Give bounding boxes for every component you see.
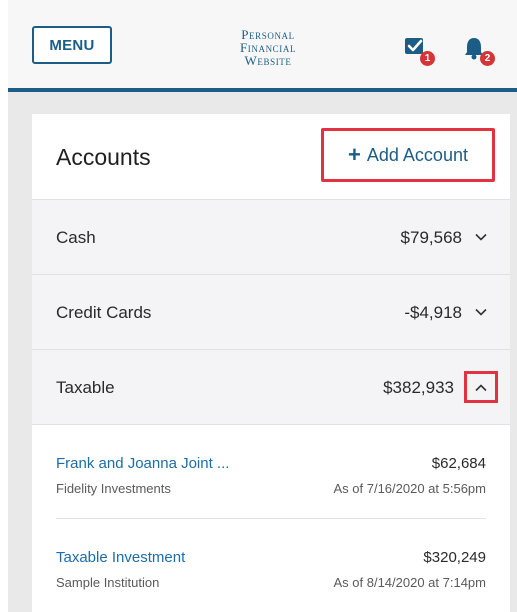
list-item[interactable]: Taxable Investment Sample Institution $3… <box>56 519 486 612</box>
accounts-card-header: Accounts + Add Account <box>32 114 510 200</box>
institution-name: Sample Institution <box>56 575 160 590</box>
accounts-card: Accounts + Add Account Cash $79,568 Cred… <box>32 114 510 612</box>
chevron-down-icon <box>475 308 487 316</box>
group-label: Cash <box>56 228 96 247</box>
accounts-title: Accounts <box>56 144 151 170</box>
as-of-date: As of 8/14/2020 at 7:14pm <box>333 575 487 590</box>
notifications-count-badge: 2 <box>480 51 495 66</box>
as-of-date: As of 7/16/2020 at 5:56pm <box>333 481 487 496</box>
account-value: $320,249 <box>423 549 486 566</box>
account-name-link[interactable]: Taxable Investment <box>56 549 185 566</box>
tasks-button[interactable]: 1 <box>403 36 437 66</box>
account-value: $62,684 <box>431 455 486 472</box>
account-group-credit-cards[interactable]: Credit Cards -$4,918 <box>32 275 510 350</box>
group-amount: $382,933 <box>383 378 454 397</box>
chevron-up-icon <box>475 384 487 392</box>
chevron-down-icon <box>475 233 487 241</box>
brand-line-3: Website <box>244 53 292 68</box>
group-amount: $79,568 <box>400 228 462 247</box>
group-amount: -$4,918 <box>404 303 462 322</box>
notifications-button[interactable]: 2 <box>463 36 497 66</box>
top-header: MENU Personal Financial Website 1 2 <box>8 0 517 92</box>
institution-name: Fidelity Investments <box>56 481 171 496</box>
group-label: Credit Cards <box>56 303 152 322</box>
collapse-toggle[interactable] <box>464 371 498 403</box>
plus-icon: + <box>348 142 361 167</box>
add-account-button[interactable]: + Add Account <box>321 128 495 182</box>
list-item[interactable]: Frank and Joanna Joint ... Fidelity Inve… <box>56 425 486 519</box>
account-name-link[interactable]: Frank and Joanna Joint ... <box>56 455 229 472</box>
menu-button[interactable]: MENU <box>32 26 112 64</box>
group-label: Taxable <box>56 378 115 397</box>
tasks-count-badge: 1 <box>420 51 435 66</box>
taxable-accounts-list: Frank and Joanna Joint ... Fidelity Inve… <box>32 425 510 612</box>
account-group-taxable[interactable]: Taxable $382,933 <box>32 350 510 425</box>
app-frame: MENU Personal Financial Website 1 2 Acco… <box>8 0 517 612</box>
account-group-cash[interactable]: Cash $79,568 <box>32 200 510 275</box>
site-logo[interactable]: Personal Financial Website <box>218 28 318 67</box>
add-account-label: Add Account <box>366 144 468 165</box>
